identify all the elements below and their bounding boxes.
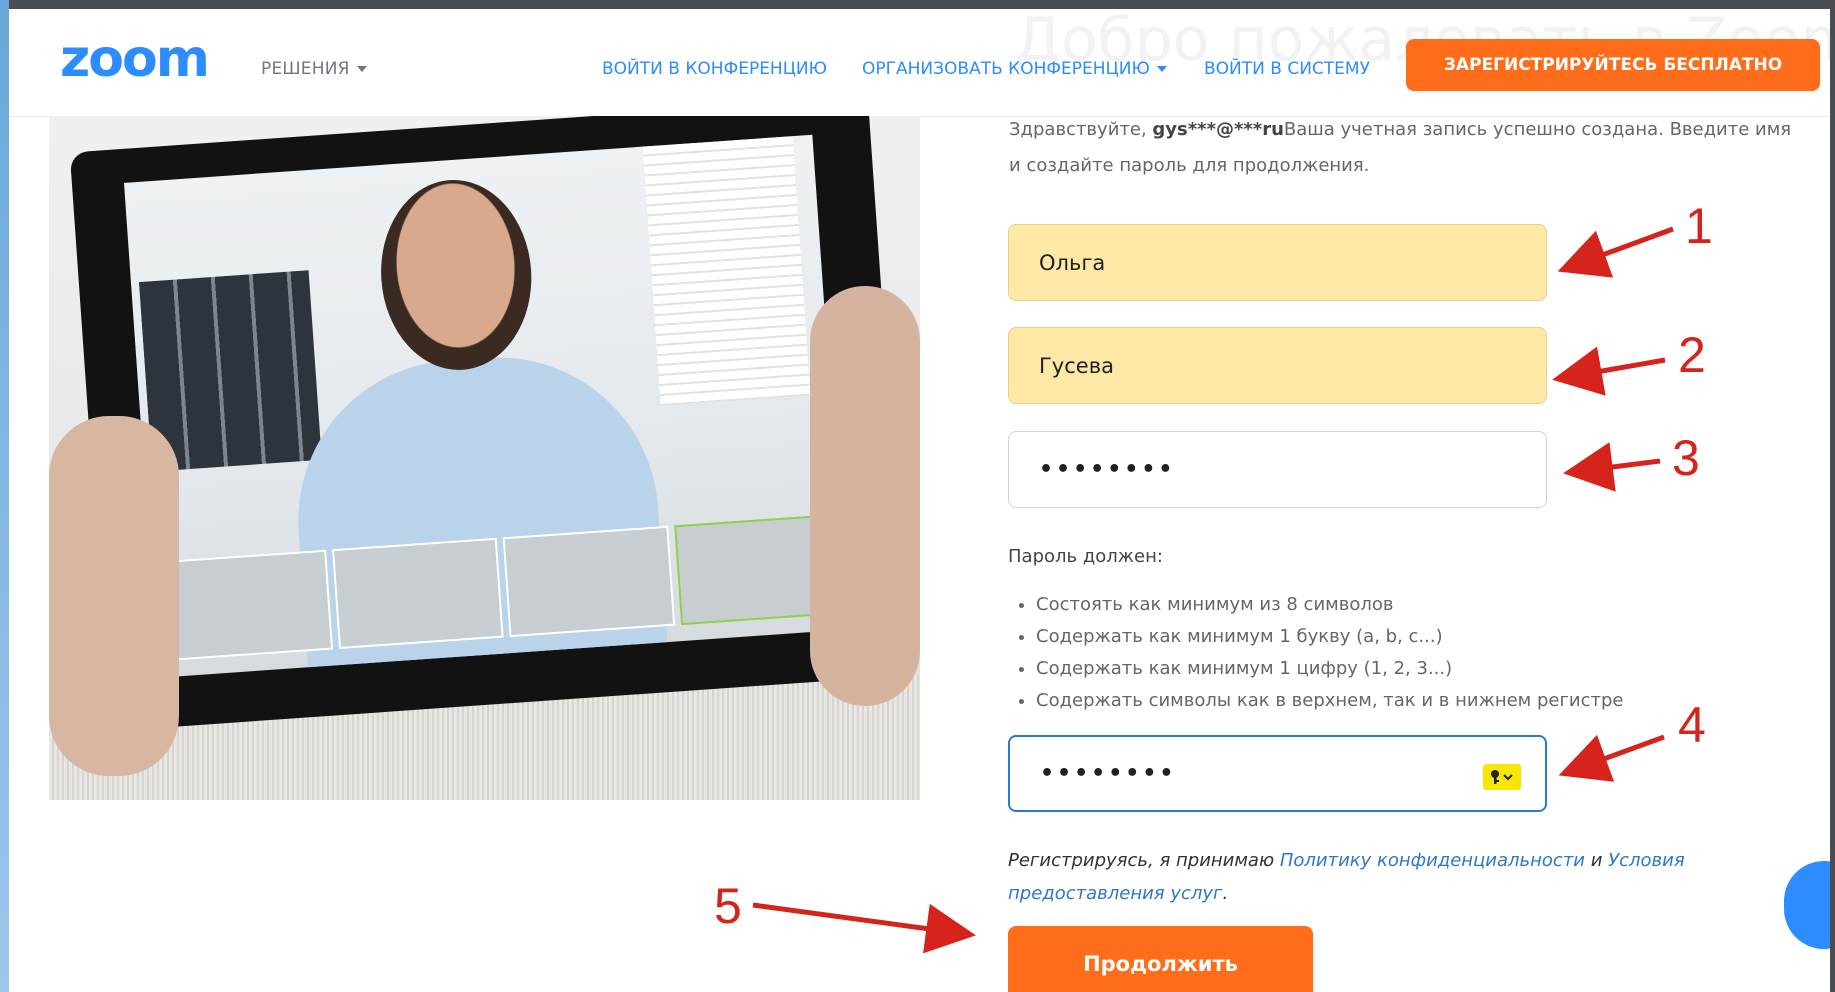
annotation-arrows	[752, 226, 1674, 954]
annotation-number-3: 3	[1672, 430, 1700, 486]
annotation-number-4: 4	[1678, 697, 1706, 753]
annotation-arrow-4	[1558, 734, 1665, 782]
annotation-number-1: 1	[1685, 198, 1713, 254]
annotation-arrow-5	[752, 902, 976, 954]
annotation-number-5: 5	[714, 878, 742, 934]
annotation-number-2: 2	[1678, 327, 1706, 383]
annotation-arrow-1	[1557, 226, 1674, 278]
annotation-arrow-3	[1563, 442, 1661, 492]
annotation-arrow-2	[1552, 346, 1666, 396]
